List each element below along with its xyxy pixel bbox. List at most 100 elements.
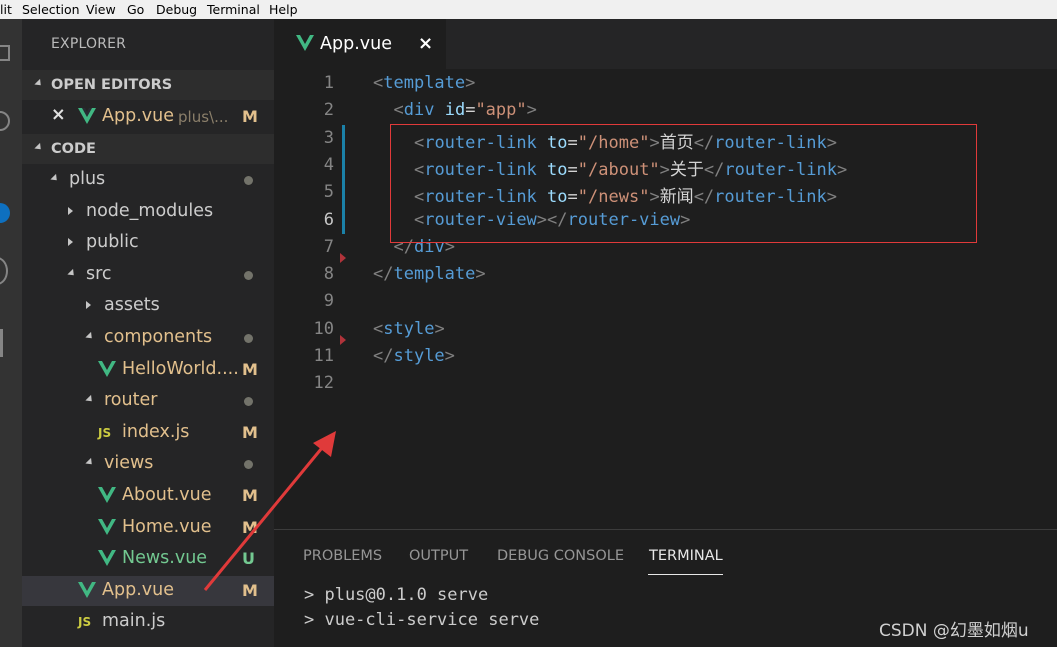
code-token: </ [373, 346, 394, 366]
tab-close-icon[interactable]: × [418, 33, 433, 54]
git-status-badge: M [242, 580, 258, 600]
code-line[interactable]: <div id="app"> [373, 100, 536, 121]
code-line[interactable]: <template> [373, 73, 475, 93]
menu-bar: lit Selection View Go Debug Terminal Hel… [0, 0, 1057, 19]
close-icon[interactable]: × [51, 105, 66, 125]
vue-icon [98, 550, 116, 567]
modified-badge: M [242, 107, 258, 126]
code-line[interactable]: </template> [373, 264, 486, 284]
code-token: id [444, 100, 466, 121]
tree-item-label: index.js [122, 421, 190, 442]
extensions-icon[interactable] [0, 329, 3, 357]
vue-icon [98, 360, 116, 377]
line-number: 9 [323, 291, 334, 312]
editor-tab-bar: App.vue × [274, 19, 1057, 69]
code-token: style [393, 346, 445, 366]
modified-dot [244, 334, 253, 343]
tree-item-label: public [86, 232, 139, 253]
menu-debug[interactable]: Debug [156, 2, 197, 17]
tree-item[interactable]: JS main.js [22, 607, 274, 637]
source-control-badge-icon[interactable] [0, 203, 10, 223]
project-label: CODE [51, 141, 96, 157]
tree-item-label: node_modules [86, 200, 214, 221]
tab-terminal[interactable]: TERMINAL [649, 548, 723, 564]
js-icon: JS [98, 425, 112, 440]
tree-item[interactable]: public [22, 228, 274, 258]
git-status-badge: U [242, 549, 255, 569]
terminal-line: > vue-cli-service serve [304, 610, 540, 630]
tree-item[interactable]: News.vue U [22, 544, 274, 574]
code-token: = [465, 100, 476, 121]
menu-view[interactable]: View [86, 2, 116, 17]
chevron-right-icon [68, 235, 78, 249]
open-editors-section[interactable]: OPEN EDITORS [22, 70, 274, 100]
menu-help[interactable]: Help [269, 2, 298, 17]
git-status-badge: M [242, 517, 258, 537]
tab-debug-console[interactable]: DEBUG CONSOLE [497, 548, 624, 564]
git-deleted-marker [340, 335, 346, 345]
debug-icon[interactable] [0, 257, 8, 285]
annotation-rectangle [390, 124, 977, 243]
tree-item-label: src [86, 263, 112, 284]
tab-problems[interactable]: PROBLEMS [303, 548, 382, 564]
code-token: template [383, 73, 466, 93]
activity-bar [0, 19, 22, 647]
explorer-title: EXPLORER [51, 36, 127, 52]
tree-item[interactable]: About.vue M [22, 481, 274, 511]
menu-edit[interactable]: lit [0, 2, 12, 17]
tree-item[interactable]: src [22, 260, 274, 290]
code-token: > [465, 73, 476, 93]
modified-dot [244, 176, 253, 185]
explorer-sidebar: EXPLORER OPEN EDITORS × App.vue plus\...… [22, 19, 274, 647]
open-editors-label: OPEN EDITORS [51, 77, 173, 93]
line-number: 12 [313, 373, 334, 394]
tree-item-label: views [104, 453, 154, 474]
code-editor[interactable]: 1 <template> 2 <div id="app"> 3 <router-lin… [274, 69, 1057, 529]
modified-dot [244, 460, 253, 470]
code-token: < [393, 100, 404, 121]
code-line[interactable]: <style> [373, 319, 445, 339]
code-token: < [373, 318, 384, 339]
tree-item[interactable]: views [22, 449, 274, 479]
code-token: div [403, 100, 435, 121]
search-icon[interactable] [0, 111, 10, 131]
code-token: "app" [475, 100, 527, 121]
git-status-badge: M [242, 359, 258, 379]
chevron-right-icon [86, 298, 96, 312]
code-token: > [475, 264, 486, 285]
terminal-line: > plus@0.1.0 serve [304, 585, 489, 605]
code-token: template [393, 264, 476, 285]
line-number: 7 [323, 236, 334, 257]
tree-item[interactable]: HelloWorld.... M [22, 355, 274, 385]
menu-terminal[interactable]: Terminal [207, 2, 260, 17]
watermark: CSDN @幻墨如烟u [879, 621, 1029, 641]
tree-item[interactable]: assets [22, 291, 274, 321]
files-icon[interactable] [0, 45, 10, 61]
active-tab-indicator [648, 574, 723, 575]
tree-item[interactable]: plus [22, 165, 274, 195]
tree-item-label: assets [104, 295, 160, 316]
tree-item[interactable]: router [22, 386, 274, 416]
tree-item[interactable]: App.vue M [22, 575, 274, 606]
tab-output[interactable]: OUTPUT [409, 548, 468, 564]
tree-item[interactable]: Home.vue M [22, 513, 274, 543]
tree-item[interactable]: JS index.js M [22, 418, 274, 448]
line-number: 4 [323, 154, 334, 175]
tree-item-label: About.vue [122, 485, 212, 505]
tree-item[interactable]: node_modules [22, 197, 274, 227]
tree-item[interactable]: components [22, 323, 274, 353]
chevron-down-icon [85, 456, 96, 470]
open-editor-item[interactable]: × App.vue plus\... M [22, 102, 274, 132]
code-line[interactable]: </style> [373, 346, 455, 366]
vue-icon [78, 108, 96, 124]
tree-item-label: News.vue [122, 548, 208, 569]
menu-selection[interactable]: Selection [22, 2, 80, 17]
line-number: 8 [323, 264, 334, 285]
modified-dot [244, 270, 253, 280]
chevron-down-icon [85, 330, 96, 344]
code-section[interactable]: CODE [22, 134, 274, 164]
menu-go[interactable]: Go [127, 2, 144, 17]
tree-item-label: main.js [102, 611, 166, 632]
tab-app-vue[interactable]: App.vue × [274, 19, 446, 69]
